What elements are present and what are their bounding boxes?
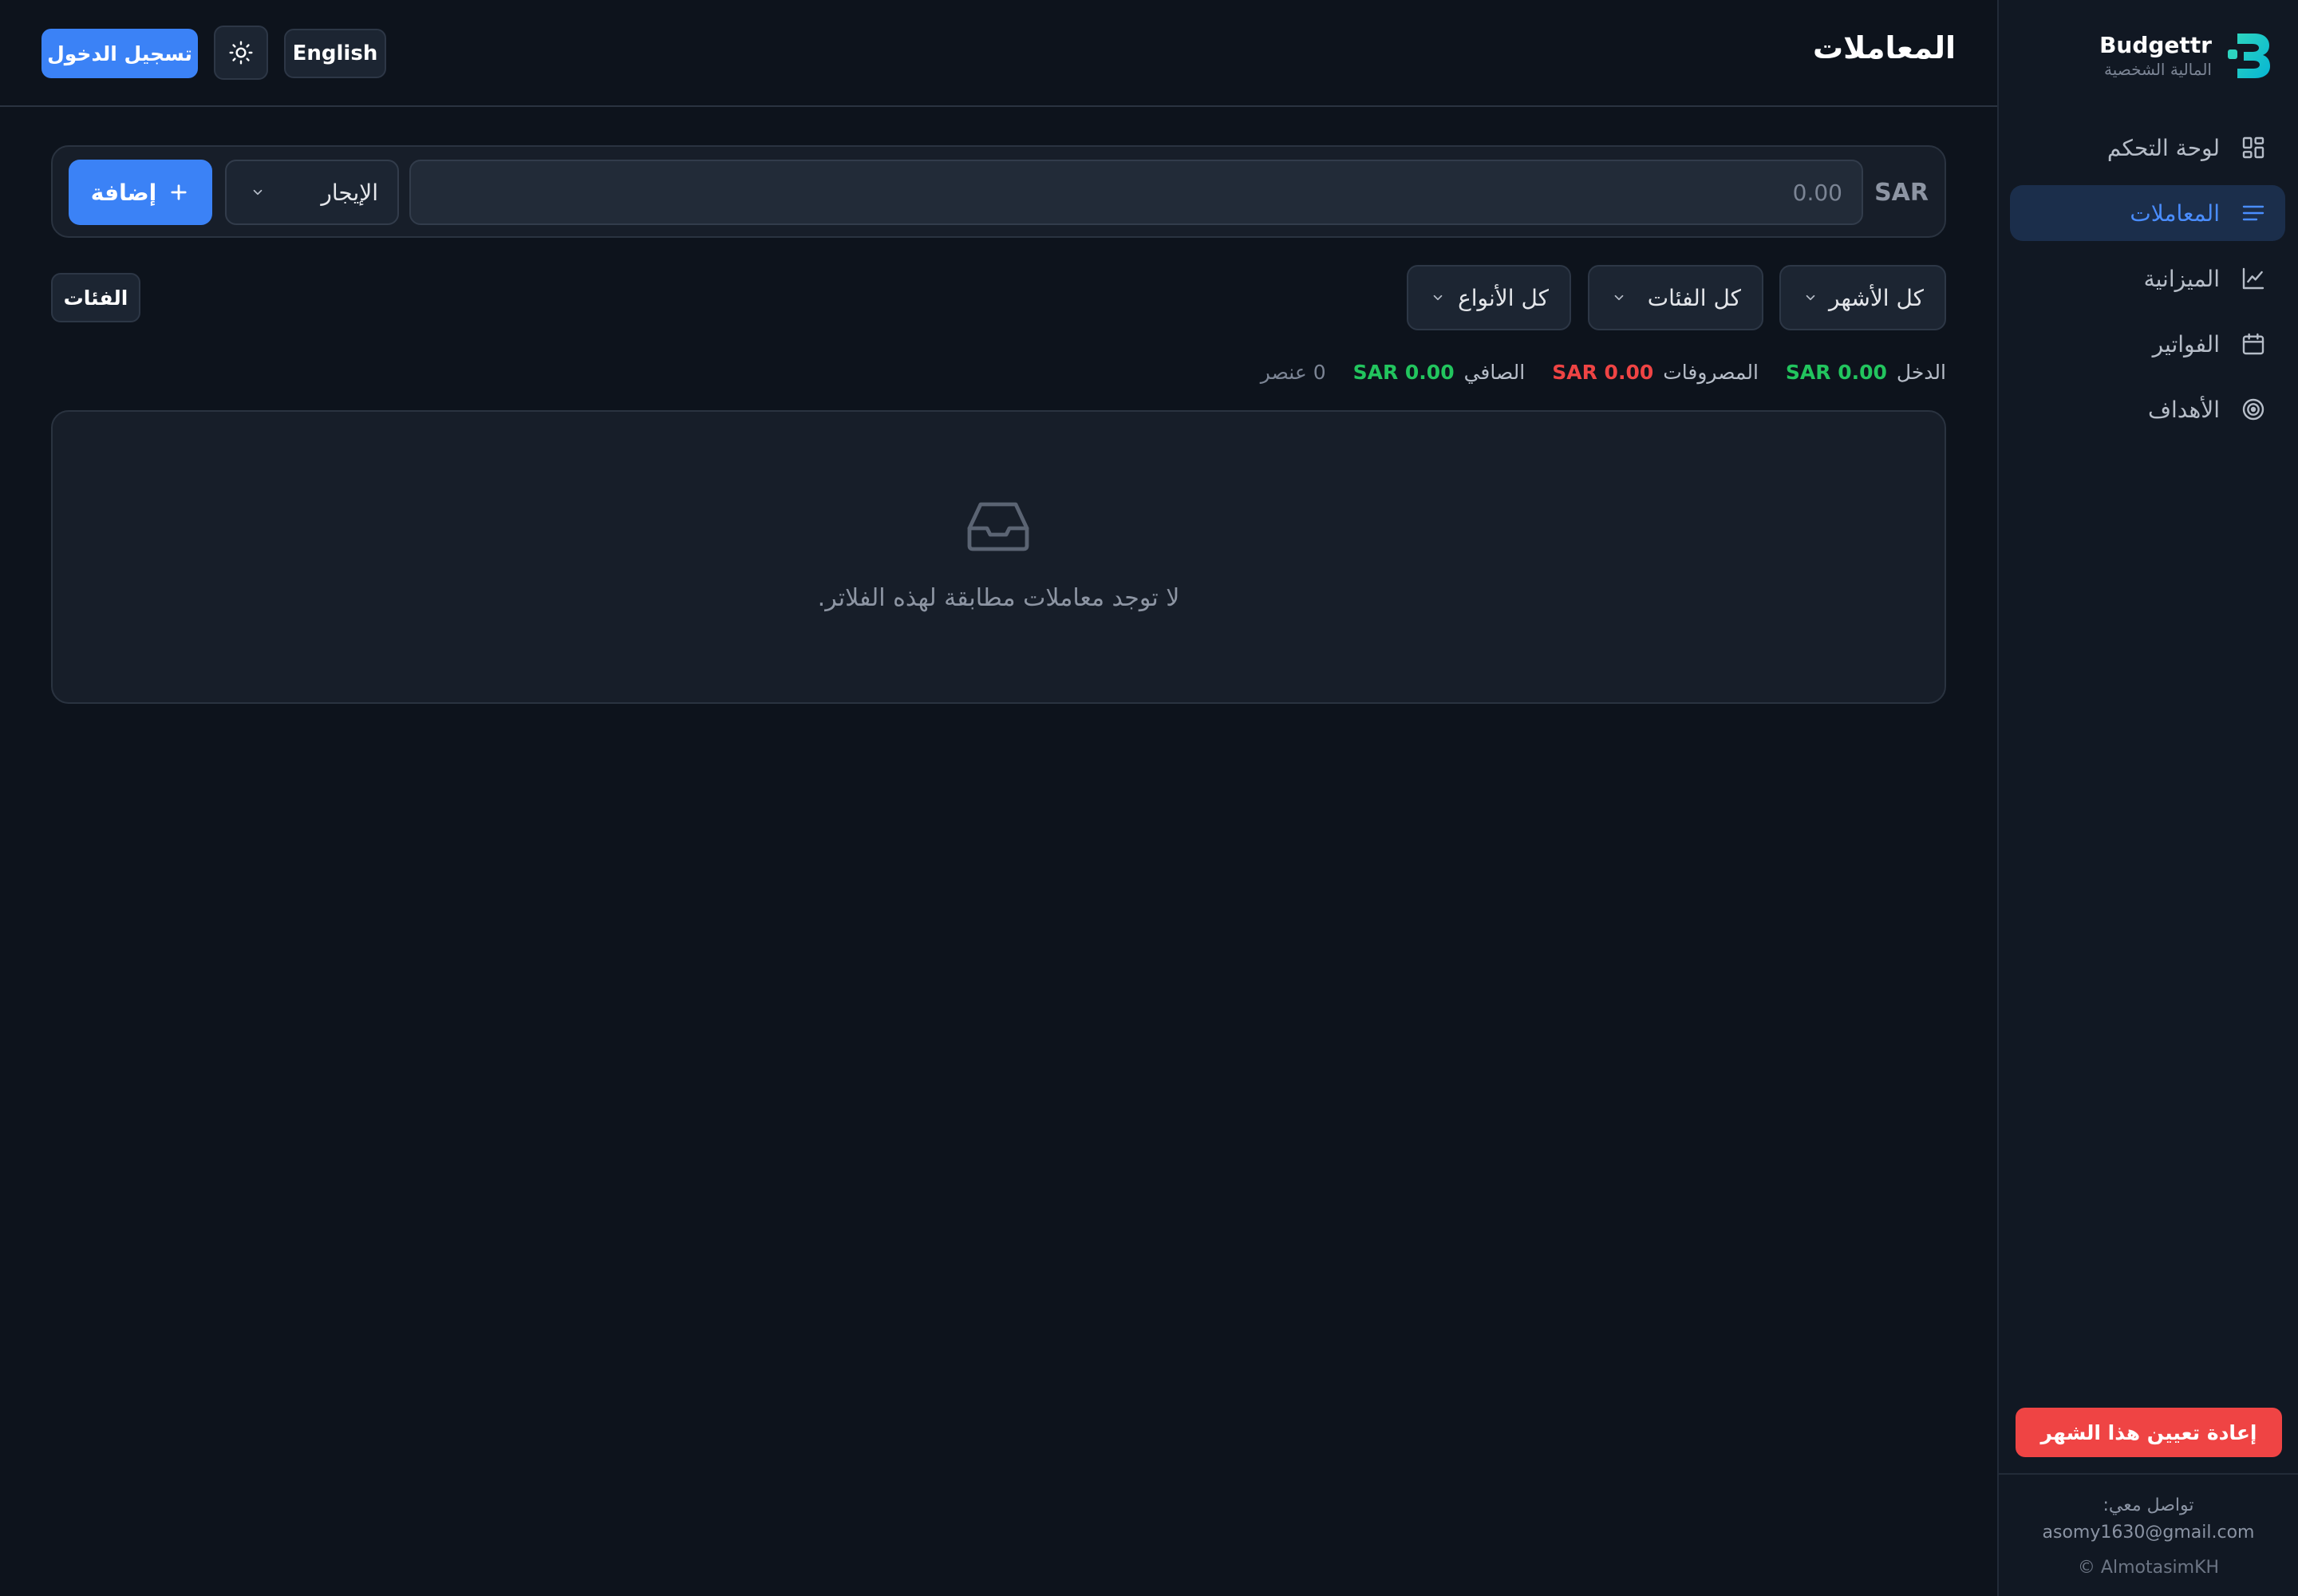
contact-label: تواصل معي: — [2103, 1495, 2194, 1515]
sidebar-item-bills[interactable]: الفواتير — [2010, 316, 2285, 372]
chevron-down-icon — [1806, 294, 1815, 301]
dashboard-icon — [2241, 135, 2266, 160]
app-tagline: المالية الشخصية — [2103, 60, 2212, 79]
expenses-value: SAR 0.00 — [1552, 360, 1654, 384]
category-filter-select[interactable]: كل الفئات — [1588, 265, 1763, 330]
category-filter-value: كل الفئات — [1647, 284, 1741, 311]
totals-summary: الدخل SAR 0.00 المصروفات SAR 0.00 الصافي… — [1261, 358, 1946, 386]
income-value: SAR 0.00 — [1785, 360, 1887, 384]
transactions-empty-state: لا توجد معاملات مطابقة لهذه الفلاتر. — [51, 410, 1946, 704]
sun-icon — [229, 41, 253, 65]
net-value: SAR 0.00 — [1352, 360, 1455, 384]
chart-line-icon — [2241, 266, 2266, 291]
language-toggle-button[interactable]: English — [284, 29, 386, 78]
sidebar-item-budget[interactable]: الميزانية — [2010, 251, 2285, 306]
inbox-icon — [967, 502, 1029, 551]
income-label: الدخل — [1896, 360, 1946, 384]
calendar-icon — [2241, 331, 2266, 357]
net-label: الصافي — [1463, 360, 1526, 384]
app-root: Budgettr المالية الشخصية لوحة التحكم الم… — [0, 0, 2298, 1596]
chevron-down-icon — [253, 189, 263, 196]
page-title: المعاملات — [1812, 30, 1956, 65]
categories-button[interactable]: الفئات — [51, 273, 140, 322]
type-filter-value: كل الأنواع — [1458, 284, 1549, 311]
login-button[interactable]: تسجيل الدخول — [41, 29, 198, 78]
sidebar-item-label: لوحة التحكم — [2106, 134, 2220, 161]
top-header: المعاملات تسجيل الدخول English — [0, 0, 1997, 107]
reset-month-button[interactable]: إعادة تعيين هذا الشهر — [2016, 1408, 2282, 1457]
expenses-label: المصروفات — [1663, 360, 1759, 384]
target-icon — [2241, 397, 2266, 422]
add-button-label: إضافة — [90, 179, 157, 206]
category-select[interactable]: الإيجار — [225, 160, 399, 225]
sidebar-item-goals[interactable]: الأهداف — [2010, 381, 2285, 437]
type-filter-select[interactable]: كل الأنواع — [1407, 265, 1571, 330]
empty-state-message: لا توجد معاملات مطابقة لهذه الفلاتر. — [817, 584, 1180, 612]
chevron-down-icon — [1614, 294, 1624, 301]
month-filter-select[interactable]: كل الأشهر — [1779, 265, 1946, 330]
contact-email[interactable]: asomy1630@gmail.com — [1999, 1519, 2298, 1547]
sidebar-footer: تواصل معي: asomy1630@gmail.com © Almotas… — [1999, 1473, 2298, 1596]
item-count: 0 عنصر — [1260, 360, 1326, 384]
sidebar: Budgettr المالية الشخصية لوحة التحكم الم… — [1997, 0, 2298, 1596]
currency-label: SAR — [1874, 179, 1929, 207]
sidebar-item-label: الأهداف — [2147, 396, 2220, 423]
app-name: Budgettr — [2099, 32, 2212, 58]
theme-toggle-button[interactable] — [214, 26, 268, 80]
net-summary: الصافي SAR 0.00 — [1353, 361, 1526, 384]
sidebar-item-transactions[interactable]: المعاملات — [2010, 185, 2285, 241]
sidebar-item-label: الفواتير — [2152, 330, 2220, 358]
sidebar-item-dashboard[interactable]: لوحة التحكم — [2010, 120, 2285, 176]
sidebar-item-label: المعاملات — [2130, 200, 2220, 227]
add-transaction-bar: SAR الإيجار إضافة — [51, 145, 1946, 238]
income-summary: الدخل SAR 0.00 — [1786, 361, 1946, 384]
chevron-down-icon — [1433, 294, 1443, 301]
month-filter-value: كل الأشهر — [1829, 284, 1924, 311]
sidebar-item-label: الميزانية — [2143, 265, 2220, 292]
list-icon — [2241, 200, 2266, 226]
expenses-summary: المصروفات SAR 0.00 — [1552, 361, 1759, 384]
brand[interactable]: Budgettr المالية الشخصية — [2099, 30, 2271, 81]
budgettr-logo-icon — [2228, 34, 2270, 78]
category-select-value: الإيجار — [321, 179, 378, 206]
add-transaction-button[interactable]: إضافة — [69, 160, 212, 225]
sidebar-nav: لوحة التحكم المعاملات الميزانية الفواتير… — [2010, 120, 2285, 447]
plus-icon — [171, 184, 187, 200]
copyright: © AlmotasimKH — [2077, 1558, 2220, 1578]
amount-input[interactable] — [409, 160, 1863, 225]
